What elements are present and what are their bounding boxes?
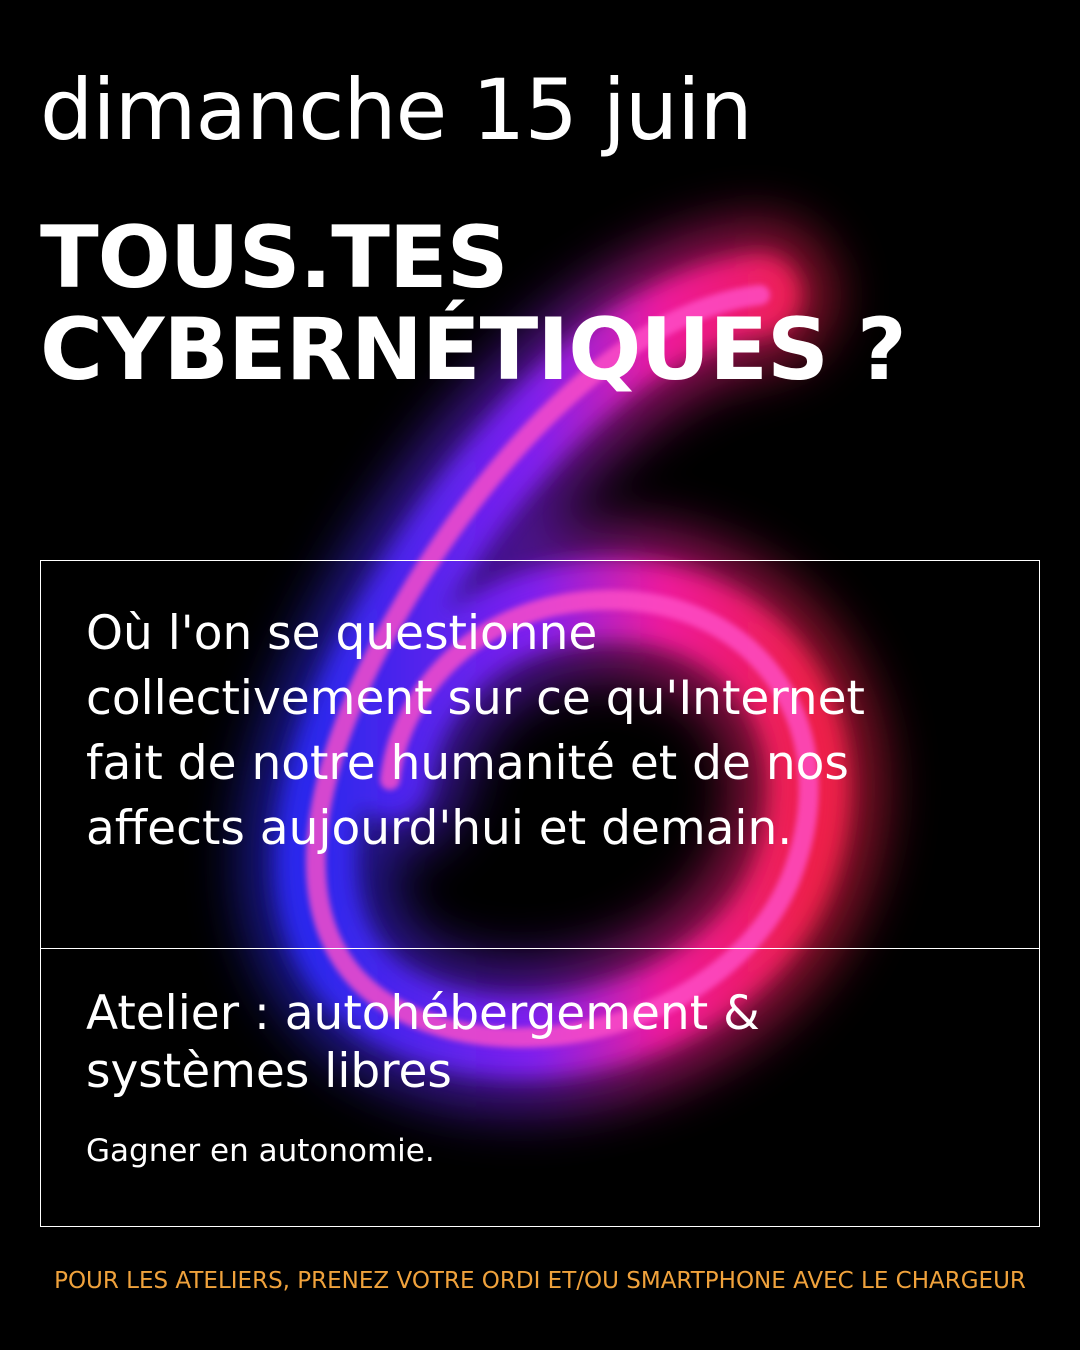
footer-note: POUR LES ATELIERS, PRENEZ VOTRE ORDI ET/… (54, 1268, 1026, 1294)
workshop-title: Atelier : autohébergement & systèmes lib… (86, 985, 760, 1101)
description-line-4: affects aujourd'hui et demain. (86, 801, 793, 856)
workshop-box: Atelier : autohébergement & systèmes lib… (40, 948, 1040, 1227)
workshop-subtitle: Gagner en autonomie. (86, 1133, 435, 1169)
workshop-title-line-2: systèmes libres (86, 1044, 452, 1099)
description-box: Où l'on se questionne collectivement sur… (40, 560, 1040, 949)
event-title-line-2: CYBERNÉTIQUES ? (40, 300, 907, 400)
event-description: Où l'on se questionne collectivement sur… (86, 601, 996, 861)
description-line-3: fait de notre humanité et de nos (86, 736, 849, 791)
event-title-line-1: TOUS.TES (40, 208, 509, 308)
event-title: TOUS.TES CYBERNÉTIQUES ? (40, 208, 907, 400)
description-line-1: Où l'on se questionne (86, 606, 598, 661)
workshop-title-line-1: Atelier : autohébergement & (86, 986, 760, 1041)
event-date: dimanche 15 juin (40, 61, 753, 159)
description-line-2: collectivement sur ce qu'Internet (86, 671, 865, 726)
